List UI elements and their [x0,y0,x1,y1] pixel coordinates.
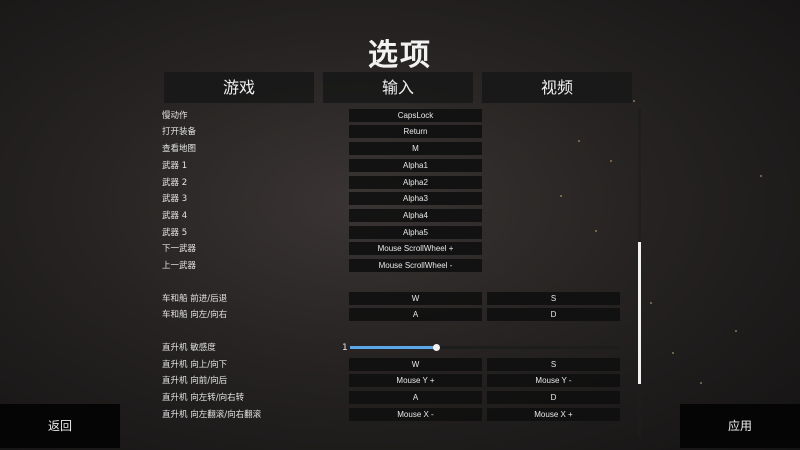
sensitivity-slider-fill [350,346,437,349]
binding-label: 直升机 向前/向后 [162,376,228,386]
binding-label: 车和船 向左/向右 [162,310,228,320]
binding-row-slow-motion: 慢动作 CapsLock [160,109,630,123]
ember-particle [650,302,652,304]
binding-key-primary[interactable]: A [349,308,482,321]
binding-row-heli-up-down: 直升机 向上/向下 W S [160,358,630,372]
binding-row-weapon-5: 武器 5 Alpha5 [160,226,630,240]
binding-row-open-equipment: 打开装备 Return [160,125,630,139]
binding-key-primary[interactable]: Return [349,125,482,138]
sensitivity-slider[interactable] [350,344,620,351]
binding-label: 下一武器 [162,244,197,254]
binding-key-primary[interactable]: Mouse Y + [349,374,482,387]
sensitivity-label: 直升机 敏感度 [162,343,216,353]
binding-row-next-weapon: 下一武器 Mouse ScrollWheel + [160,242,630,256]
binding-key-primary[interactable]: M [349,142,482,155]
tab-input[interactable]: 输入 [323,72,473,103]
binding-row-vehicle-forward-back: 车和船 前进/后退 W S [160,292,630,306]
options-title: 选项 [368,38,432,73]
tab-input-label: 输入 [381,78,414,97]
sensitivity-slider-handle[interactable] [433,344,441,351]
back-button[interactable]: 返回 [0,404,120,448]
binding-label: 武器 1 [162,161,188,171]
binding-key-primary[interactable]: A [349,391,482,404]
binding-row-weapon-2: 武器 2 Alpha2 [160,176,630,190]
binding-row-weapon-4: 武器 4 Alpha4 [160,209,630,223]
binding-row-weapon-1: 武器 1 Alpha1 [160,159,630,173]
apply-button[interactable]: 应用 [680,404,800,448]
tab-game[interactable]: 游戏 [164,72,314,103]
binding-label: 直升机 向左翻滚/向右翻滚 [162,410,262,420]
ember-particle [700,382,702,384]
ember-particle [633,100,635,102]
sensitivity-row: 直升机 敏感度 1 [160,341,630,355]
binding-row-weapon-3: 武器 3 Alpha3 [160,192,630,206]
keybinding-scrollbar[interactable] [638,108,641,436]
binding-label: 打开装备 [162,127,197,137]
binding-label: 慢动作 [162,111,188,121]
binding-label: 直升机 向上/向下 [162,360,228,370]
binding-row-heli-turn: 直升机 向左转/向右转 A D [160,391,630,405]
ember-particle [595,230,597,232]
binding-row-heli-roll: 直升机 向左翻滚/向右翻滚 Mouse X - Mouse X + [160,408,630,422]
binding-label: 查看地图 [162,144,197,154]
binding-label: 车和船 前进/后退 [162,294,228,304]
tab-game-label: 游戏 [222,78,255,97]
binding-key-primary[interactable]: Mouse ScrollWheel + [349,242,482,255]
binding-key-secondary[interactable]: D [487,308,620,321]
ember-particle [578,140,580,142]
tab-video[interactable]: 视频 [482,72,632,103]
binding-label: 武器 4 [162,211,188,221]
binding-key-primary[interactable]: Alpha1 [349,159,482,172]
keybinding-list[interactable]: 慢动作 CapsLock 打开装备 Return 查看地图 M 武器 1 Alp… [160,106,630,432]
binding-key-secondary[interactable]: Mouse Y - [487,374,620,387]
binding-key-primary[interactable]: Alpha5 [349,226,482,239]
sensitivity-value: 1 [342,343,348,353]
binding-row-heli-forward-back: 直升机 向前/向后 Mouse Y + Mouse Y - [160,374,630,388]
ember-particle [560,195,562,197]
ember-particle [760,175,762,177]
binding-key-primary[interactable]: Alpha4 [349,209,482,222]
binding-key-primary[interactable]: W [349,292,482,305]
ember-particle [735,330,737,332]
scrollbar-handle[interactable] [638,242,641,384]
binding-key-primary[interactable]: Mouse X - [349,408,482,421]
binding-key-primary[interactable]: CapsLock [349,109,482,122]
binding-row-prev-weapon: 上一武器 Mouse ScrollWheel - [160,259,630,273]
tab-video-label: 视频 [540,78,573,97]
binding-row-view-map: 查看地图 M [160,142,630,156]
binding-key-primary[interactable]: W [349,358,482,371]
ember-particle [672,352,674,354]
binding-key-primary[interactable]: Alpha3 [349,192,482,205]
binding-label: 上一武器 [162,261,197,271]
binding-key-primary[interactable]: Mouse ScrollWheel - [349,259,482,272]
ember-particle [610,160,612,162]
binding-label: 武器 3 [162,194,188,204]
binding-label: 直升机 向左转/向右转 [162,393,245,403]
binding-label: 武器 5 [162,228,188,238]
binding-key-secondary[interactable]: D [487,391,620,404]
binding-row-vehicle-left-right: 车和船 向左/向右 A D [160,308,630,322]
binding-key-secondary[interactable]: Mouse X + [487,408,620,421]
binding-key-secondary[interactable]: S [487,292,620,305]
binding-key-secondary[interactable]: S [487,358,620,371]
binding-key-primary[interactable]: Alpha2 [349,176,482,189]
binding-label: 武器 2 [162,178,188,188]
